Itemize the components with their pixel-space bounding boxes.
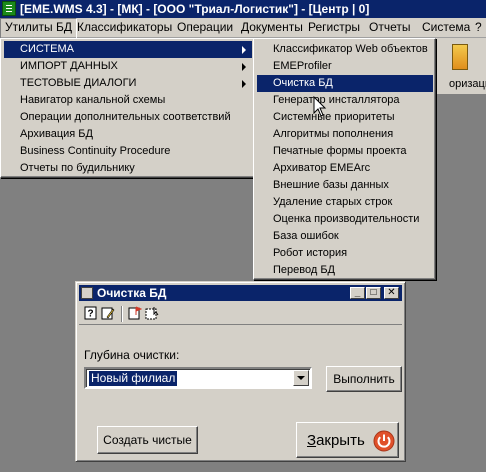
menu-item-label: EMEProfiler bbox=[273, 60, 332, 72]
menu-registers[interactable]: Регистры bbox=[303, 18, 365, 37]
menu-item-business-continuity[interactable]: Business Continuity Procedure bbox=[4, 143, 252, 160]
dialog-window-icon bbox=[81, 287, 93, 299]
menu-item-label: Перевод БД bbox=[273, 264, 335, 276]
menubar: Утилиты БД Классификаторы Операции Докум… bbox=[0, 18, 486, 39]
menu-item-label: Печатные формы проекта bbox=[273, 145, 407, 157]
menu-item-label: Оценка производительности bbox=[273, 213, 420, 225]
menu-item-installer-generator[interactable]: Генератор инсталлятора bbox=[257, 92, 433, 109]
power-icon bbox=[373, 430, 395, 452]
chevron-down-icon[interactable] bbox=[293, 370, 309, 386]
menu-item-error-database[interactable]: База ошибок bbox=[257, 228, 433, 245]
menu-item-label: Навигатор канальной схемы bbox=[20, 94, 166, 106]
close-button-mnemonic: З bbox=[307, 432, 317, 449]
menu-item-label: Робот история bbox=[273, 247, 348, 259]
help-icon[interactable]: ? bbox=[84, 306, 98, 320]
close-button[interactable]: Закрыть bbox=[296, 422, 399, 458]
close-button-label: Закрыть bbox=[307, 432, 365, 449]
menu-item-label: Business Continuity Procedure bbox=[20, 145, 171, 157]
select-icon[interactable] bbox=[145, 306, 159, 320]
menu-item-label: Алгоритмы пополнения bbox=[273, 128, 394, 140]
menu-item-label: Архивация БД bbox=[20, 128, 93, 140]
menu-item-system[interactable]: СИСТЕМА bbox=[4, 41, 252, 58]
depth-label: Глубина очистки: bbox=[84, 348, 180, 362]
menu-item-label: Архиватор EMEArc bbox=[273, 162, 371, 174]
menu-item-label: Удаление старых строк bbox=[273, 196, 393, 208]
submenu-arrow-icon bbox=[242, 46, 246, 54]
menu-system-submenu: Классификатор Web объектов EMEProfiler О… bbox=[253, 38, 436, 280]
menu-operations[interactable]: Операции bbox=[172, 18, 238, 37]
close-window-button[interactable]: ✕ bbox=[384, 287, 399, 299]
menu-item-additional-ops[interactable]: Операции дополнительных соответствий bbox=[4, 109, 252, 126]
menu-utilities-dropdown: СИСТЕМА ИМПОРТ ДАННЫХ ТЕСТОВЫЕ ДИАЛОГИ Н… bbox=[0, 38, 256, 178]
menu-item-import-data[interactable]: ИМПОРТ ДАННЫХ bbox=[4, 58, 252, 75]
svg-text:?: ? bbox=[87, 309, 93, 320]
menu-item-label: База ошибок bbox=[273, 230, 339, 242]
menu-item-emearc-archiver[interactable]: Архиватор EMEArc bbox=[257, 160, 433, 177]
toolbar-separator bbox=[121, 306, 122, 322]
menu-system[interactable]: Система bbox=[417, 18, 475, 37]
menu-documents[interactable]: Документы bbox=[236, 18, 308, 37]
app-title: [EME.WMS 4.3] - [МК] - [ООО "Триал-Логис… bbox=[20, 2, 370, 16]
menu-item-replenishment-algorithms[interactable]: Алгоритмы пополнения bbox=[257, 126, 433, 143]
menu-item-db-archive[interactable]: Архивация БД bbox=[4, 126, 252, 143]
menu-item-label: Генератор инсталлятора bbox=[273, 94, 400, 106]
menu-item-web-classifier[interactable]: Классификатор Web объектов bbox=[257, 41, 433, 58]
menu-utilities-db[interactable]: Утилиты БД bbox=[0, 18, 77, 39]
menu-item-external-databases[interactable]: Внешние базы данных bbox=[257, 177, 433, 194]
menu-item-print-forms[interactable]: Печатные формы проекта bbox=[257, 143, 433, 160]
app-icon bbox=[2, 1, 16, 16]
menu-item-db-translation[interactable]: Перевод БД bbox=[257, 262, 433, 279]
submenu-arrow-icon bbox=[242, 80, 246, 88]
menu-item-system-priorities[interactable]: Системные приоритеты bbox=[257, 109, 433, 126]
db-cleanup-dialog: Очистка БД _ □ ✕ ? Глубина очистки: Новы… bbox=[75, 281, 406, 462]
menu-item-emeprofiler[interactable]: EMEProfiler bbox=[257, 58, 433, 75]
menu-item-channel-navigator[interactable]: Навигатор канальной схемы bbox=[4, 92, 252, 109]
minimize-button[interactable]: _ bbox=[350, 287, 365, 299]
create-clean-button[interactable]: Создать чистые bbox=[97, 426, 198, 454]
menu-item-test-dialogs[interactable]: ТЕСТОВЫЕ ДИАЛОГИ bbox=[4, 75, 252, 92]
dialog-title: Очистка БД bbox=[97, 286, 167, 300]
menu-help[interactable]: ? bbox=[470, 18, 486, 37]
toolbar-label-partial[interactable]: оризацию bbox=[449, 78, 486, 90]
menu-item-label: Внешние базы данных bbox=[273, 179, 389, 191]
menu-item-delete-old-rows[interactable]: Удаление старых строк bbox=[257, 194, 433, 211]
menu-item-label: Системные приоритеты bbox=[273, 111, 395, 123]
maximize-button[interactable]: □ bbox=[366, 287, 381, 299]
menu-classifiers[interactable]: Классификаторы bbox=[72, 18, 177, 37]
authorization-icon[interactable] bbox=[452, 44, 468, 70]
menu-item-alarm-reports[interactable]: Отчеты по будильнику bbox=[4, 160, 252, 177]
dialog-toolbar: ? bbox=[79, 303, 402, 325]
menu-reports[interactable]: Отчеты bbox=[364, 18, 415, 37]
menu-item-label: Отчеты по будильнику bbox=[20, 162, 135, 174]
submenu-arrow-icon bbox=[242, 63, 246, 71]
menu-item-label: ТЕСТОВЫЕ ДИАЛОГИ bbox=[20, 77, 137, 89]
edit-icon[interactable] bbox=[101, 306, 115, 320]
menu-item-label: СИСТЕМА bbox=[20, 43, 74, 55]
menu-item-label: Очистка БД bbox=[273, 77, 333, 89]
dialog-titlebar[interactable]: Очистка БД _ □ ✕ bbox=[79, 285, 402, 301]
menu-item-label: Операции дополнительных соответствий bbox=[20, 111, 231, 123]
menu-item-label: ИМПОРТ ДАННЫХ bbox=[20, 60, 118, 72]
mouse-cursor-icon bbox=[313, 96, 327, 117]
menu-item-robot-history[interactable]: Робот история bbox=[257, 245, 433, 262]
menu-item-label: Классификатор Web объектов bbox=[273, 43, 428, 55]
depth-select-value: Новый филиал bbox=[89, 371, 178, 386]
close-button-label-rest: акрыть bbox=[316, 432, 365, 449]
execute-button[interactable]: Выполнить bbox=[326, 366, 402, 392]
app-titlebar: [EME.WMS 4.3] - [МК] - [ООО "Триал-Логис… bbox=[0, 0, 486, 18]
menu-item-db-cleanup[interactable]: Очистка БД bbox=[257, 75, 433, 92]
flag-icon[interactable] bbox=[128, 306, 142, 320]
menu-item-performance-evaluation[interactable]: Оценка производительности bbox=[257, 211, 433, 228]
depth-select[interactable]: Новый филиал bbox=[84, 367, 312, 389]
